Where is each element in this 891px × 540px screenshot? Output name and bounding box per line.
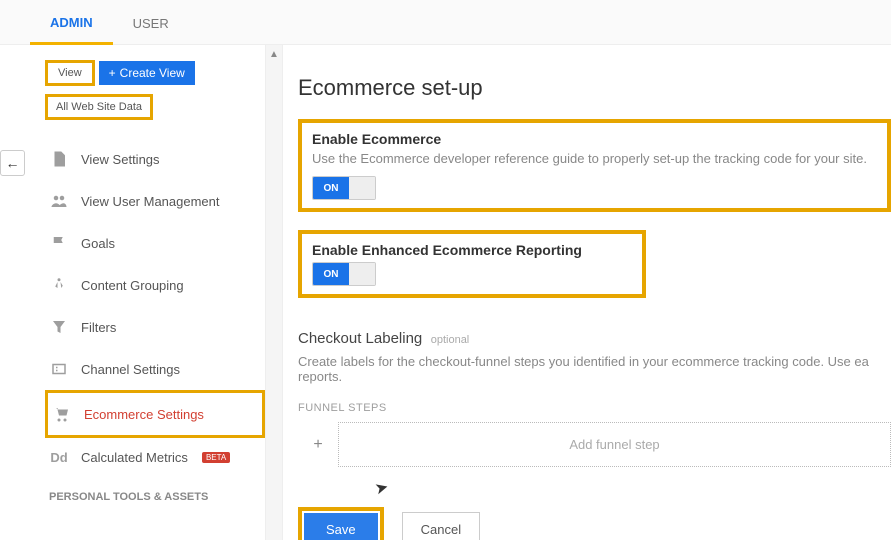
beta-badge: BETA [202,452,230,463]
funnel-row: + Add funnel step [298,422,891,467]
users-icon [49,192,69,210]
cart-icon [52,405,72,423]
sidebar: View + Create View All Web Site Data Vie… [25,45,265,540]
sidebar-item-ecommerce-settings[interactable]: Ecommerce Settings [45,390,265,438]
sidebar-section-label: PERSONAL TOOLS & ASSETS [45,491,265,503]
page-icon [49,150,69,168]
sidebar-item-label: View Settings [81,152,160,167]
sidebar-item-label: Content Grouping [81,278,184,293]
checkout-title: Checkout Labeling [298,330,422,347]
tab-user[interactable]: USER [113,1,189,43]
top-tabs: ADMIN USER [0,0,891,45]
view-label[interactable]: View [45,60,95,86]
save-button[interactable]: Save [304,513,378,540]
enable-ecommerce-subtitle: Use the Ecommerce developer reference gu… [312,151,877,166]
collapse-column: ← [0,45,25,540]
scrollbar[interactable]: ▲ [265,45,283,540]
save-highlight: Save [298,507,384,540]
main-content: Ecommerce set-up Enable Ecommerce Use th… [283,45,891,540]
arrow-left-icon: ← [6,155,20,171]
create-view-button[interactable]: + Create View [99,61,195,85]
toggle-off-space [349,263,375,285]
dd-icon: Dd [49,450,69,465]
sidebar-item-filters[interactable]: Filters [45,306,265,348]
add-funnel-step-box[interactable]: Add funnel step [338,422,891,467]
sidebar-item-label: View User Management [81,194,220,209]
create-view-label: Create View [120,66,185,80]
toggle-on-label: ON [313,177,349,199]
tab-admin[interactable]: ADMIN [30,0,113,45]
enhanced-ecommerce-card: Enable Enhanced Ecommerce Reporting ON [298,230,646,298]
sidebar-nav: View Settings View User Management Goals… [45,138,265,477]
filter-icon [49,318,69,336]
enable-ecommerce-toggle[interactable]: ON [312,176,376,200]
add-funnel-plus-icon[interactable]: + [298,436,338,454]
toggle-on-label: ON [313,263,349,285]
sidebar-item-label: Filters [81,320,116,335]
sidebar-item-calculated-metrics[interactable]: Dd Calculated Metrics BETA [45,438,265,477]
sidebar-item-content-grouping[interactable]: Content Grouping [45,264,265,306]
channel-icon [49,360,69,378]
sidebar-item-user-management[interactable]: View User Management [45,180,265,222]
plus-icon: + [109,66,116,80]
cancel-button[interactable]: Cancel [402,512,480,540]
sidebar-item-label: Channel Settings [81,362,180,377]
collapse-button[interactable]: ← [0,150,25,176]
enable-ecommerce-card: Enable Ecommerce Use the Ecommerce devel… [298,119,891,212]
scroll-up-icon[interactable]: ▲ [269,49,279,60]
sidebar-item-label: Ecommerce Settings [84,407,204,422]
toggle-off-space [349,177,375,199]
person-run-icon [49,276,69,294]
sidebar-item-label: Calculated Metrics [81,450,188,465]
page-title: Ecommerce set-up [298,75,891,101]
sidebar-item-goals[interactable]: Goals [45,222,265,264]
enhanced-ecommerce-toggle[interactable]: ON [312,262,376,286]
enable-ecommerce-title: Enable Ecommerce [312,131,877,147]
optional-label: optional [431,334,470,346]
sidebar-item-channel-settings[interactable]: Channel Settings [45,348,265,390]
flag-icon [49,234,69,252]
funnel-steps-label: FUNNEL STEPS [298,402,891,414]
sidebar-item-view-settings[interactable]: View Settings [45,138,265,180]
action-row: Save Cancel [298,507,891,540]
sidebar-item-label: Goals [81,236,115,251]
checkout-subtitle: Create labels for the checkout-funnel st… [298,354,891,384]
enhanced-title: Enable Enhanced Ecommerce Reporting [312,242,582,258]
all-web-site-data[interactable]: All Web Site Data [45,94,153,120]
